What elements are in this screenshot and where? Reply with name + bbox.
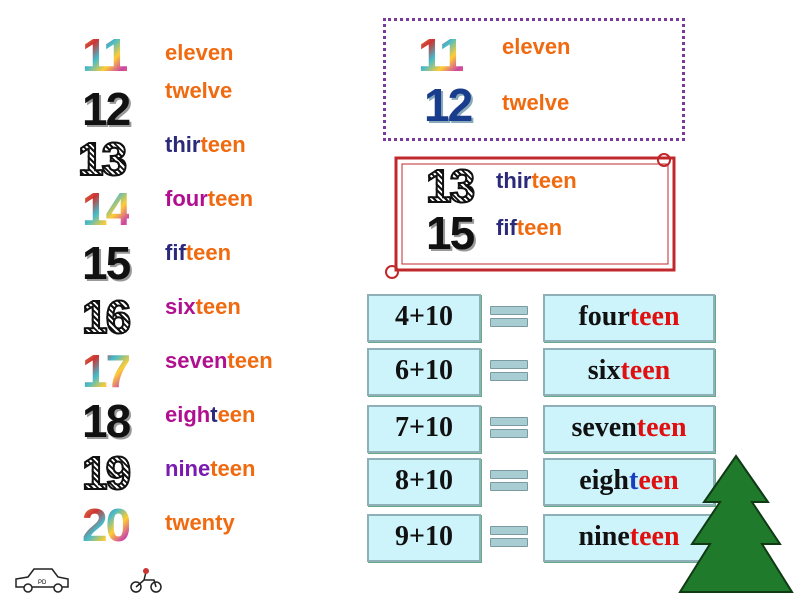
number-word: fifteen	[496, 217, 562, 239]
number-numeral: 11	[418, 29, 465, 81]
equals-sign	[490, 360, 528, 384]
word-part: teen	[207, 186, 254, 211]
equals-sign	[490, 306, 528, 330]
word-part: teen	[227, 348, 273, 373]
svg-text:PD: PD	[38, 580, 47, 586]
word-part: six	[587, 355, 621, 386]
word-part: fif	[496, 215, 517, 240]
word-part: een	[638, 465, 679, 496]
number-numeral: 13	[77, 133, 128, 185]
word-part: een	[217, 402, 256, 427]
answer-box[interactable]: seventeen	[543, 405, 715, 453]
number-numeral: 11	[82, 29, 129, 81]
number-word: eleven	[165, 42, 234, 64]
equals-sign	[490, 526, 528, 550]
word-part: four	[165, 186, 208, 211]
number-numeral: 20	[82, 499, 131, 551]
equals-sign	[490, 470, 528, 494]
number-numeral: 19	[81, 447, 132, 499]
pine-tree-icon	[678, 454, 794, 593]
word-part: four	[578, 301, 630, 332]
number-word: twelve	[502, 92, 569, 114]
sum-box: 8+10	[367, 458, 481, 506]
word-part: teen	[636, 412, 687, 443]
word-part: nine	[165, 456, 211, 481]
number-word: sixteen	[165, 296, 241, 318]
word-part: nine	[578, 521, 630, 552]
sum-box: 6+10	[367, 348, 481, 396]
number-numeral: 15	[82, 237, 131, 289]
word-part: six	[165, 294, 196, 319]
word-part: eigh	[579, 465, 629, 496]
number-word: seventeen	[165, 350, 273, 372]
answer-box[interactable]: sixteen	[543, 348, 715, 396]
word-part: thir	[165, 132, 201, 157]
sum-box: 9+10	[367, 514, 481, 562]
number-numeral: 18	[82, 395, 131, 447]
number-word: eighteen	[165, 404, 255, 426]
equals-sign	[490, 417, 528, 441]
slide: 11 eleven 12 twelve 13 thirteen 14 fourteen 15 fi…	[0, 0, 794, 596]
word-part: eleven	[165, 40, 234, 65]
word-part: teen	[185, 240, 232, 265]
number-numeral: 15	[426, 207, 475, 259]
word-part: teen	[195, 294, 241, 319]
word-part: twelve	[502, 90, 570, 115]
sum-box: 4+10	[367, 294, 481, 342]
number-numeral: 12	[424, 79, 473, 131]
number-numeral: 12	[82, 83, 131, 135]
word-part: fif	[165, 240, 186, 265]
word-part: seven	[165, 348, 228, 373]
word-part: teen	[531, 168, 577, 193]
answer-box[interactable]: fourteen	[543, 294, 715, 342]
word-part: teen	[629, 521, 680, 552]
word-part: twelve	[165, 78, 233, 103]
number-word: twenty	[165, 512, 235, 534]
word-part: eigh	[165, 402, 211, 427]
word-part: t	[629, 465, 639, 496]
word-part: thir	[496, 168, 532, 193]
word-part: seven	[571, 412, 637, 443]
word-part: teen	[210, 456, 256, 481]
word-part: teen	[200, 132, 246, 157]
police-car-icon: PD	[15, 568, 69, 593]
number-word: thirteen	[165, 134, 246, 156]
word-part: twenty	[165, 510, 235, 535]
number-word: nineteen	[165, 458, 255, 480]
number-word: fourteen	[165, 188, 253, 210]
number-numeral: 16	[81, 291, 132, 343]
word-part: teen	[629, 301, 680, 332]
word-part: t	[210, 402, 218, 427]
number-numeral: 13	[425, 160, 476, 212]
motorbike-icon	[130, 568, 162, 593]
number-word: twelve	[165, 80, 232, 102]
number-numeral: 17	[82, 345, 131, 397]
number-word: eleven	[502, 36, 571, 58]
number-word: thirteen	[496, 170, 577, 192]
word-part: teen	[516, 215, 563, 240]
number-numeral: 14	[82, 183, 131, 235]
word-part: eleven	[502, 34, 571, 59]
number-word: fifteen	[165, 242, 231, 264]
word-part: teen	[620, 355, 671, 386]
sum-box: 7+10	[367, 405, 481, 453]
